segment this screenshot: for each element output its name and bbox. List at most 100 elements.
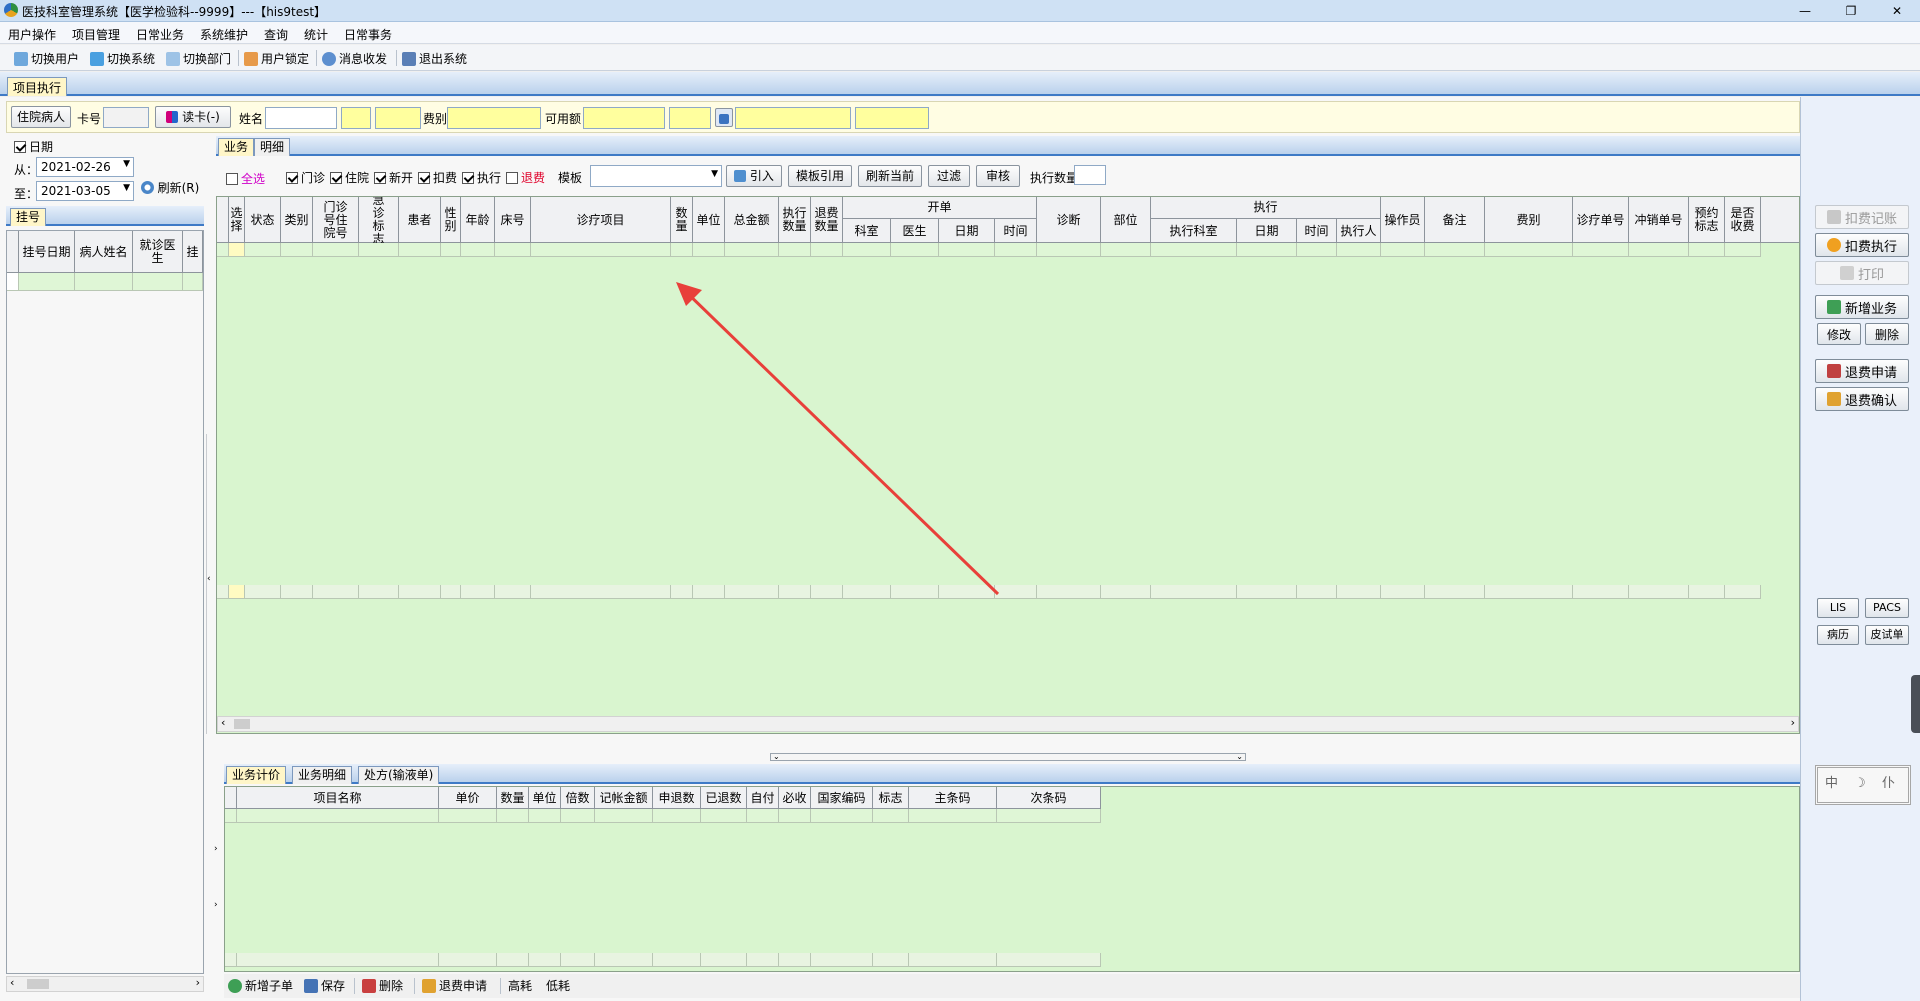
col-operator[interactable]: 操作员 xyxy=(1381,197,1425,243)
col-gender[interactable]: 性别 xyxy=(441,197,461,243)
grid-cell[interactable] xyxy=(595,953,653,967)
grid-cell[interactable] xyxy=(1485,585,1573,599)
deduct-execute-button[interactable]: 扣费执行 xyxy=(1815,233,1909,257)
grid-cell[interactable] xyxy=(843,243,891,257)
grid-cell[interactable] xyxy=(495,585,531,599)
grid-cell[interactable] xyxy=(1297,243,1337,257)
grid-cell[interactable] xyxy=(779,953,811,967)
grid-cell[interactable] xyxy=(1689,585,1725,599)
save-button[interactable]: 保存 xyxy=(304,977,345,994)
tab-registration[interactable]: 挂号 xyxy=(10,208,47,226)
grid-cell[interactable] xyxy=(747,953,779,967)
menu-query[interactable]: 查询 xyxy=(264,26,288,43)
date-filter-checkbox[interactable]: 日期 xyxy=(14,138,53,155)
delete-right-button[interactable]: 删除 xyxy=(1865,323,1909,345)
col-refund-request[interactable]: 申退数 xyxy=(653,787,701,809)
grid-cell[interactable] xyxy=(779,243,811,257)
col-unit[interactable]: 单位 xyxy=(529,787,561,809)
col-national-code[interactable]: 国家编码 xyxy=(811,787,873,809)
main-horizontal-scrollbar[interactable]: ‹ › xyxy=(217,716,1799,732)
new-business-button[interactable]: 新增业务 xyxy=(1815,295,1909,319)
inpatient-button[interactable]: 住院病人 xyxy=(11,106,71,128)
col-patient-name[interactable]: 病人姓名 xyxy=(75,231,133,273)
grid-cell[interactable] xyxy=(811,243,843,257)
grid-cell[interactable] xyxy=(1237,585,1297,599)
tab-prescription[interactable]: 处方(输液单) xyxy=(358,766,440,784)
grid-cell[interactable] xyxy=(1101,585,1151,599)
modify-button[interactable]: 修改 xyxy=(1817,323,1861,345)
add-sub-order-button[interactable]: 新增子单 xyxy=(228,977,293,994)
col-order-time[interactable]: 时间 xyxy=(995,219,1037,243)
grid-cell[interactable] xyxy=(997,809,1101,823)
lis-button[interactable]: LIS xyxy=(1817,598,1859,618)
grid-cell[interactable] xyxy=(359,243,399,257)
grid-cell[interactable] xyxy=(1573,585,1629,599)
pacs-button[interactable]: PACS xyxy=(1865,598,1909,618)
col-register-date[interactable]: 挂号日期 xyxy=(19,231,75,273)
age-field[interactable] xyxy=(375,107,421,129)
grid-cell[interactable] xyxy=(1725,585,1761,599)
card-number-input[interactable] xyxy=(103,107,149,128)
col-remark[interactable]: 备注 xyxy=(1425,197,1485,243)
grid-cell[interactable] xyxy=(701,953,747,967)
col-total-amount[interactable]: 总金额 xyxy=(725,197,779,243)
col-order-doctor[interactable]: 医生 xyxy=(891,219,939,243)
exit-system-button[interactable]: 退出系统 xyxy=(402,50,467,67)
col-category[interactable]: 类别 xyxy=(281,197,313,243)
extra-field-1[interactable] xyxy=(669,107,711,129)
grid-cell[interactable] xyxy=(281,585,313,599)
refund-request-button[interactable]: 退费申请 xyxy=(422,977,487,994)
bottom-splitter-handle[interactable]: › › xyxy=(214,786,222,982)
grid-cell[interactable] xyxy=(1151,585,1237,599)
grid-cell[interactable] xyxy=(909,809,997,823)
grid-cell[interactable] xyxy=(245,243,281,257)
grid-cell[interactable] xyxy=(495,243,531,257)
grid-cell[interactable] xyxy=(399,243,441,257)
col-unit[interactable]: 单位 xyxy=(693,197,725,243)
grid-cell[interactable] xyxy=(1297,585,1337,599)
col-main-barcode[interactable]: 主条码 xyxy=(909,787,997,809)
grid-cell[interactable] xyxy=(939,243,995,257)
menu-project-mgmt[interactable]: 项目管理 xyxy=(72,26,120,43)
col-treatment-item[interactable]: 诊疗项目 xyxy=(531,197,671,243)
user-lock-button[interactable]: 用户锁定 xyxy=(244,50,309,67)
col-treatment-number[interactable]: 诊疗单号 xyxy=(1573,197,1629,243)
col-status[interactable]: 状态 xyxy=(245,197,281,243)
grid-cell[interactable] xyxy=(313,243,359,257)
grid-cell[interactable] xyxy=(1337,243,1381,257)
grid-cell[interactable] xyxy=(671,243,693,257)
grid-cell[interactable] xyxy=(1573,243,1629,257)
grid-cell[interactable] xyxy=(1485,243,1573,257)
grid-cell[interactable] xyxy=(225,809,237,823)
col-refund-quantity[interactable]: 退费数量 xyxy=(811,197,843,243)
grid-cell[interactable] xyxy=(1689,243,1725,257)
grid-cell[interactable] xyxy=(439,953,497,967)
new-open-checkbox[interactable]: 新开 xyxy=(374,169,413,186)
print-button[interactable]: 打印 xyxy=(1815,261,1909,285)
refund-apply-button[interactable]: 退费申请 xyxy=(1815,359,1909,383)
outpatient-checkbox[interactable]: 门诊 xyxy=(286,169,325,186)
import-button[interactable]: 引入 xyxy=(726,165,782,187)
menu-statistics[interactable]: 统计 xyxy=(304,26,328,43)
refresh-button[interactable]: 刷新(R) xyxy=(134,178,206,200)
extra-field-2[interactable] xyxy=(735,107,851,129)
left-horizontal-scrollbar[interactable]: ‹ › xyxy=(6,976,204,992)
grid-cell[interactable] xyxy=(237,809,439,823)
table-row[interactable] xyxy=(217,243,1799,257)
col-doctor[interactable]: 就诊医生 xyxy=(133,231,183,273)
grid-cell[interactable] xyxy=(873,809,909,823)
extra-field-3[interactable] xyxy=(855,107,929,129)
tab-detail[interactable]: 明细 xyxy=(254,138,291,156)
grid-cell[interactable] xyxy=(531,243,671,257)
grid-cell[interactable] xyxy=(1425,243,1485,257)
tab-business[interactable]: 业务 xyxy=(218,138,255,156)
grid-cell[interactable] xyxy=(1629,585,1689,599)
grid-cell[interactable] xyxy=(653,809,701,823)
tab-business-pricing[interactable]: 业务计价 xyxy=(226,766,287,784)
col-exec-quantity[interactable]: 执行数量 xyxy=(779,197,811,243)
col-bed-number[interactable]: 床号 xyxy=(495,197,531,243)
tab-business-detail[interactable]: 业务明细 xyxy=(292,766,353,784)
grid-cell[interactable] xyxy=(441,585,461,599)
grid-cell[interactable] xyxy=(461,243,495,257)
grid-cell[interactable] xyxy=(439,809,497,823)
